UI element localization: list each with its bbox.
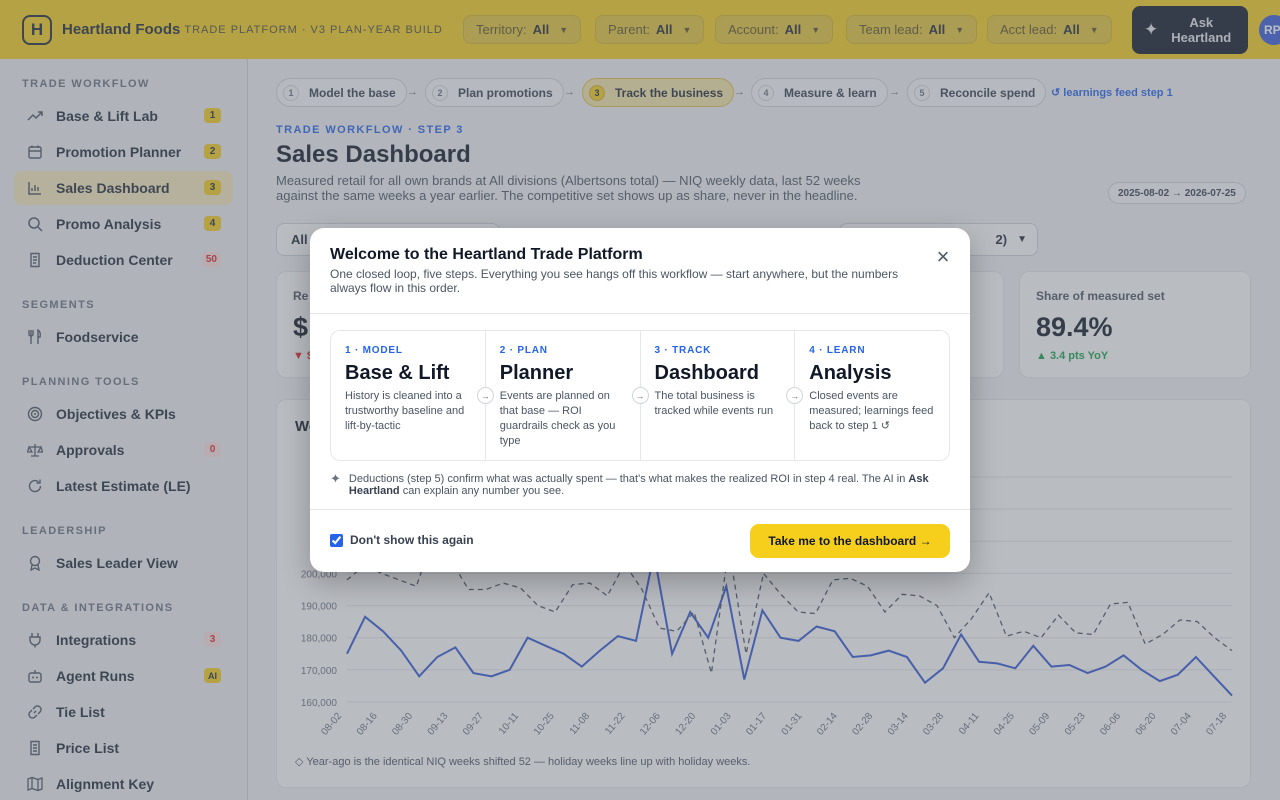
dont-show-checkbox[interactable]	[330, 533, 343, 547]
dont-show-again[interactable]: Don't show this again	[330, 533, 474, 547]
step-kicker: 4 · LEARN	[809, 345, 866, 356]
step-heading: Analysis	[809, 362, 892, 384]
note-post: can explain any number you see.	[402, 485, 565, 497]
step-heading: Planner	[499, 362, 574, 384]
step-text: Events are planned on that base — ROI gu…	[499, 390, 616, 447]
step-kicker: 3 · TRACK	[654, 345, 712, 356]
sparkle-icon: ✦	[330, 471, 341, 486]
workflow-steps-grid: 1 · MODEL Base & Lift History is cleaned…	[330, 330, 950, 461]
checkbox-label: Don't show this again	[350, 533, 474, 547]
arrow-right-icon: →	[631, 387, 649, 404]
arrow-right-icon: →	[476, 387, 494, 404]
modal-step-plan: 2 · PLAN Planner Events are planned on t…	[486, 331, 649, 460]
step-text: History is cleaned into a trustworthy ba…	[345, 390, 465, 432]
modal-title: Welcome to the Heartland Trade Platform	[330, 246, 643, 263]
modal-step-model: 1 · MODEL Base & Lift History is cleaned…	[331, 331, 494, 460]
modal-subtitle: One closed loop, five steps. Everything …	[330, 267, 899, 295]
divider	[310, 313, 970, 314]
modal-step-track: 3 · TRACK Dashboard The total business i…	[641, 331, 804, 460]
note-pre: Deductions (step 5) confirm what was act…	[348, 473, 906, 485]
modal-step-learn: 4 · LEARN Analysis Closed events are mea…	[795, 331, 949, 460]
divider	[310, 509, 970, 510]
step-heading: Base & Lift	[345, 362, 450, 384]
step-kicker: 2 · PLAN	[499, 345, 548, 356]
step-heading: Dashboard	[654, 362, 759, 384]
go-to-dashboard-button[interactable]: Take me to the dashboard →	[750, 524, 950, 558]
note-text: Deductions (step 5) confirm what was act…	[349, 473, 950, 497]
step-text: The total business is tracked while even…	[654, 390, 774, 417]
step-kicker: 1 · MODEL	[345, 345, 403, 356]
close-icon[interactable]: ×	[932, 244, 954, 269]
step-text: Closed events are measured; learnings fe…	[809, 390, 934, 432]
modal-note: ✦ Deductions (step 5) confirm what was a…	[330, 471, 950, 497]
welcome-modal: Welcome to the Heartland Trade Platform …	[310, 228, 970, 572]
